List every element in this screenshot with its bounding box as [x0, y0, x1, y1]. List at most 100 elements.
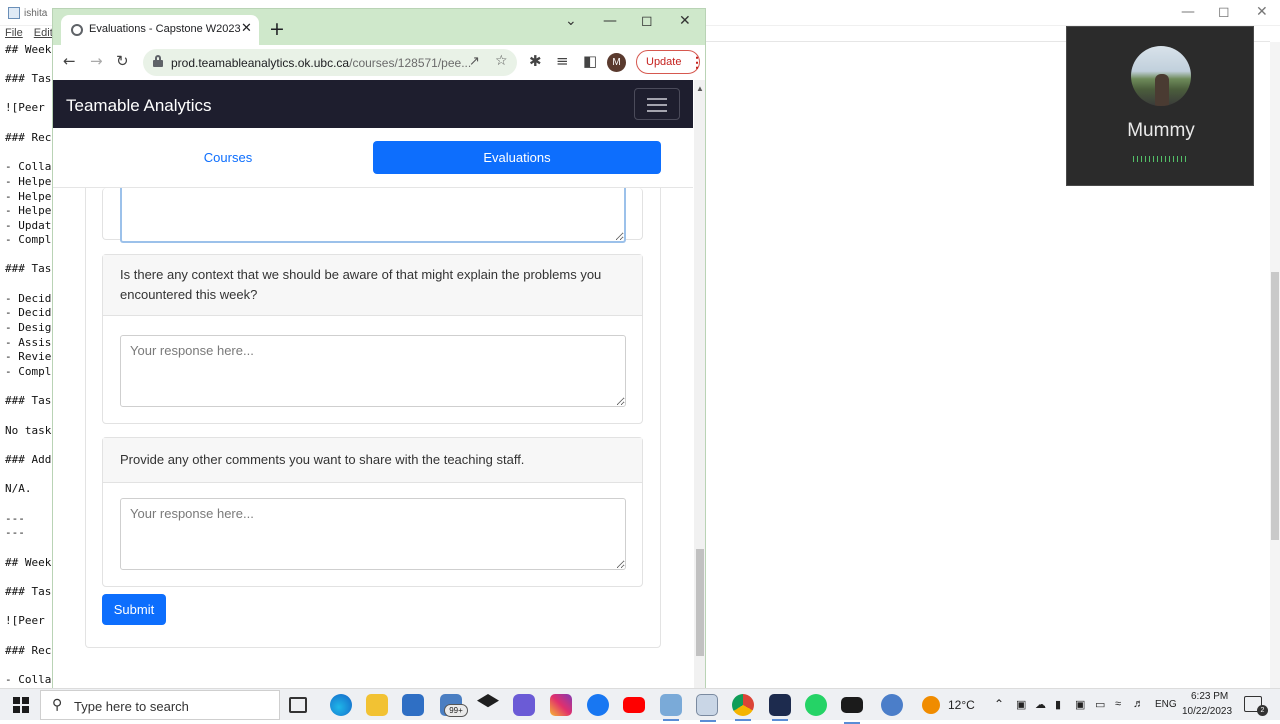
temperature[interactable]: 12°C — [948, 698, 975, 712]
battery-icon[interactable]: ▭ — [1095, 698, 1105, 711]
notepad-line: ### Tas — [5, 72, 52, 85]
url-path: /courses/128571/pee... — [349, 56, 472, 70]
side-panel-icon[interactable]: ◧ — [583, 53, 597, 69]
response-textarea[interactable] — [120, 335, 626, 407]
tab-courses[interactable]: Courses — [82, 141, 374, 174]
task-view-icon[interactable] — [289, 697, 307, 713]
question-card: Provide any other comments you want to s… — [102, 437, 643, 587]
lock-icon[interactable] — [153, 55, 163, 67]
volume-icon[interactable]: ♬ — [1133, 698, 1144, 710]
forward-icon[interactable]: → — [90, 53, 103, 69]
notepad-line: - Decid — [5, 306, 52, 319]
notepad-line: - Revie — [5, 350, 52, 363]
windows-start-icon[interactable] — [13, 697, 29, 713]
notepad-line: N/A. — [5, 482, 32, 495]
security-icon[interactable]: ▣ — [1075, 698, 1085, 711]
notepad-line: ### Tas — [5, 394, 52, 407]
notepad-icon — [8, 7, 20, 19]
address-bar[interactable]: prod.teamableanalytics.ok.ubc.ca/courses… — [143, 49, 517, 76]
notepad-line: ![Peer — [5, 614, 45, 627]
taskbar-search[interactable]: ⚲ Type here to search — [40, 690, 280, 720]
more-menu-icon[interactable]: ⋮ — [690, 53, 704, 71]
notification-center-icon[interactable]: 2 — [1244, 696, 1268, 716]
audio-level-indicator — [1133, 156, 1189, 162]
notepad-line: No task — [5, 424, 52, 437]
search-icon: ⚲ — [52, 697, 63, 713]
video-call-tile[interactable]: Mummy — [1066, 26, 1254, 186]
scroll-up-icon[interactable]: ▲ — [696, 84, 704, 93]
terminal-icon[interactable] — [841, 697, 863, 724]
window-app-icon[interactable] — [696, 694, 718, 722]
browser-window: Evaluations - Capstone W2023 ✕ + ⌄ — ◻ ✕… — [52, 8, 706, 690]
page-scrollbar[interactable]: ▲ — [694, 80, 705, 690]
sub-navigation: Courses Evaluations — [53, 128, 693, 188]
reading-list-icon[interactable]: ≡ — [556, 53, 569, 69]
dropbox-icon[interactable] — [477, 694, 499, 708]
minimize-icon[interactable]: — — [603, 13, 617, 29]
menu-file[interactable]: File — [5, 27, 23, 39]
bookmark-star-icon[interactable]: ☆ — [495, 53, 508, 69]
extensions-icon[interactable]: ✱ — [529, 53, 542, 69]
response-textarea[interactable] — [120, 498, 626, 570]
participant-avatar — [1131, 46, 1191, 106]
new-tab-icon[interactable]: + — [269, 18, 285, 40]
notepad-line: - Updat — [5, 219, 52, 232]
brand-title[interactable]: Teamable Analytics — [66, 96, 212, 116]
microphone-icon[interactable]: ▮ — [1055, 698, 1061, 711]
chrome-icon[interactable] — [732, 694, 754, 721]
url-host: prod.teamableanalytics.ok.ubc.ca — [171, 56, 350, 70]
language-indicator[interactable]: ENG — [1155, 699, 1177, 710]
store-icon[interactable] — [402, 694, 424, 716]
edge-icon[interactable] — [330, 694, 352, 716]
app-n-icon[interactable] — [769, 694, 791, 721]
notepad-title: ishita — [24, 8, 48, 19]
notepad-line: ### Tas — [5, 262, 52, 275]
notepad-scroll-thumb[interactable] — [1271, 272, 1279, 540]
search-placeholder: Type here to search — [74, 699, 189, 714]
tab-strip: Evaluations - Capstone W2023 ✕ + ⌄ — ◻ ✕ — [53, 9, 705, 45]
update-button[interactable]: Update ⋮ — [636, 50, 704, 74]
whatsapp-icon[interactable] — [805, 694, 827, 716]
file-explorer-icon[interactable] — [366, 694, 388, 716]
show-hidden-icons[interactable]: ⌃ — [994, 697, 1004, 711]
back-icon[interactable]: ← — [63, 53, 76, 69]
tab-search-icon[interactable]: ⌄ — [565, 13, 577, 29]
facebook-icon[interactable] — [587, 694, 609, 716]
question-prompt: Is there any context that we should be a… — [103, 255, 642, 316]
clock-date[interactable]: 10/22/2023 — [1182, 706, 1232, 717]
close-tab-icon[interactable]: ✕ — [241, 21, 252, 36]
previous-response-textarea[interactable] — [120, 188, 626, 243]
close-window-icon[interactable]: ✕ — [679, 13, 691, 29]
instagram-icon[interactable] — [550, 694, 572, 716]
profile-avatar[interactable]: M — [607, 53, 626, 72]
meet-now-icon[interactable]: ▣ — [1016, 698, 1026, 711]
mail-badge: 99+ — [444, 704, 468, 717]
top-navbar: Teamable Analytics — [53, 80, 693, 128]
browser-tab[interactable]: Evaluations - Capstone W2023 ✕ — [61, 15, 259, 45]
notepad-line: ![Peer — [5, 101, 45, 114]
notepad-line: - Assis — [5, 336, 52, 349]
hamburger-menu-icon[interactable] — [634, 88, 680, 120]
reload-icon[interactable]: ↻ — [116, 53, 129, 69]
help-icon[interactable] — [881, 694, 903, 716]
weather-icon[interactable] — [922, 696, 940, 714]
clock-time[interactable]: 6:23 PM — [1191, 691, 1228, 702]
submit-button[interactable]: Submit — [102, 594, 166, 625]
notepad-line: ### Add — [5, 453, 52, 466]
notepad-line: ## Week — [5, 556, 52, 569]
scroll-thumb[interactable] — [696, 549, 704, 656]
notepad-line: - Compl — [5, 365, 52, 378]
menu-edit[interactable]: Edit — [34, 27, 53, 39]
notepad-close-icon[interactable]: ✕ — [1256, 4, 1268, 20]
onedrive-icon[interactable]: ☁ — [1035, 698, 1046, 711]
cube-app-icon[interactable] — [513, 694, 535, 716]
notepad-minimize-icon[interactable]: — — [1181, 4, 1195, 20]
tab-evaluations[interactable]: Evaluations — [373, 141, 661, 174]
maximize-icon[interactable]: ◻ — [641, 13, 653, 29]
share-icon[interactable]: ↗ — [469, 54, 480, 69]
wifi-icon[interactable]: ≈ — [1115, 698, 1121, 710]
youtube-icon[interactable] — [623, 697, 645, 713]
notepad-app-icon[interactable] — [660, 694, 682, 721]
notepad-maximize-icon[interactable]: ◻ — [1218, 4, 1230, 20]
update-label: Update — [646, 56, 682, 68]
